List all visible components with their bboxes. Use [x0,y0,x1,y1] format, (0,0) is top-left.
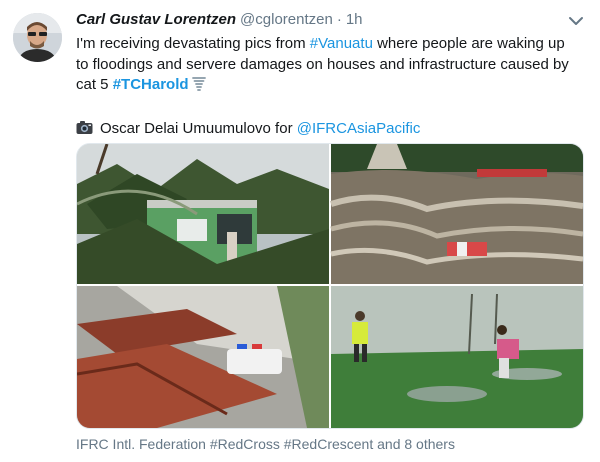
photo-credit-line: Oscar Delai Umuumulovo for @IFRCAsiaPaci… [76,119,588,142]
tweet-text-segment: cat 5 [76,76,113,93]
tweet-text: I'm receiving devastating pics from #Van… [76,34,588,142]
tweet-line-3: cat 5 #TCHarold [76,75,588,99]
hashtag-tcharold[interactable]: #TCHarold [113,76,189,93]
tweet-header: Carl Gustav Lorentzen @cglorentzen · 1h [76,11,363,33]
avatar[interactable] [13,13,62,62]
camera-icon [76,120,93,142]
avatar-image [13,13,62,62]
tornado-icon [191,76,206,99]
display-name[interactable]: Carl Gustav Lorentzen [76,11,236,28]
photo-people-in-flood[interactable] [331,286,583,428]
media-grid [76,143,584,429]
tweet-line-1: I'm receiving devastating pics from #Van… [76,34,588,55]
separator-dot: · [336,11,342,28]
mention-ifrcasiapacific[interactable]: @IFRCAsiaPacific [297,120,421,137]
photo-credit-text: Oscar Delai Umuumulovo for [100,120,297,137]
user-handle[interactable]: @cglorentzen [240,11,333,28]
photo-collapsed-building[interactable] [77,286,329,428]
tagged-users[interactable]: IFRC Intl. Federation #RedCross #RedCres… [76,436,455,452]
photo-storm-damaged-house[interactable] [77,144,329,284]
timestamp[interactable]: 1h [346,11,363,28]
tweet-text-segment: where people are waking up [372,35,565,52]
tweet-text-segment: I'm receiving devastating pics from [76,35,310,52]
photo-flooding-river[interactable] [330,144,583,284]
hashtag-vanuatu[interactable]: #Vanuatu [310,35,373,52]
chevron-down-icon[interactable] [566,12,586,30]
tweet-line-2: to floodings and servere damages on hous… [76,55,569,73]
